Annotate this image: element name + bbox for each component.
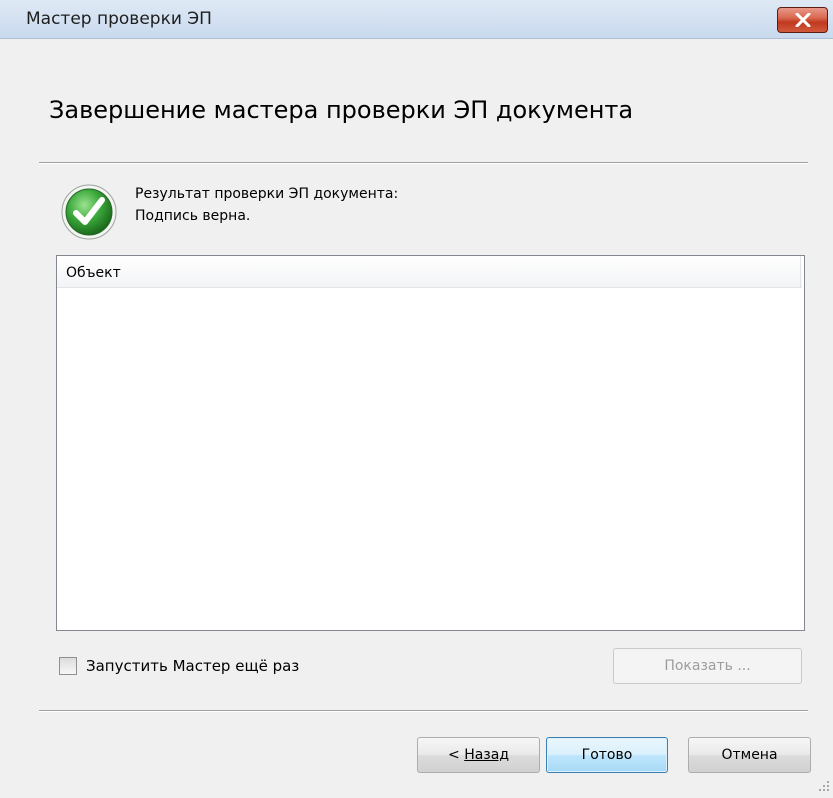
column-divider xyxy=(800,256,801,287)
back-button-prefix: < xyxy=(448,747,465,763)
checkmark-success-icon xyxy=(61,184,117,240)
wizard-window: Мастер проверки ЭП Завершение мастера пр… xyxy=(0,0,833,798)
result-status: Подпись верна. xyxy=(135,208,251,224)
list-header: Объект xyxy=(57,256,802,288)
title-bar[interactable]: Мастер проверки ЭП xyxy=(0,0,833,39)
restart-wizard-label[interactable]: Запустить Мастер ещё раз xyxy=(86,657,299,675)
back-button[interactable]: < Назад xyxy=(417,737,540,773)
cancel-button[interactable]: Отмена xyxy=(688,737,811,773)
close-button[interactable] xyxy=(777,7,828,33)
page-title: Завершение мастера проверки ЭП документа xyxy=(49,96,634,124)
restart-wizard-option[interactable]: Запустить Мастер ещё раз xyxy=(59,655,299,677)
column-header-object[interactable]: Объект xyxy=(66,265,121,281)
back-button-label: Назад xyxy=(464,747,509,763)
header-separator xyxy=(39,162,808,164)
restart-wizard-checkbox[interactable] xyxy=(59,657,77,675)
finish-button[interactable]: Готово xyxy=(546,737,668,773)
footer-separator xyxy=(39,710,808,712)
result-heading: Результат проверки ЭП документа: xyxy=(135,186,399,202)
window-title: Мастер проверки ЭП xyxy=(26,9,212,29)
show-button[interactable]: Показать ... xyxy=(613,648,802,684)
objects-list[interactable]: Объект xyxy=(56,255,805,631)
close-icon xyxy=(795,13,810,27)
resize-grip-icon[interactable] xyxy=(818,780,830,792)
